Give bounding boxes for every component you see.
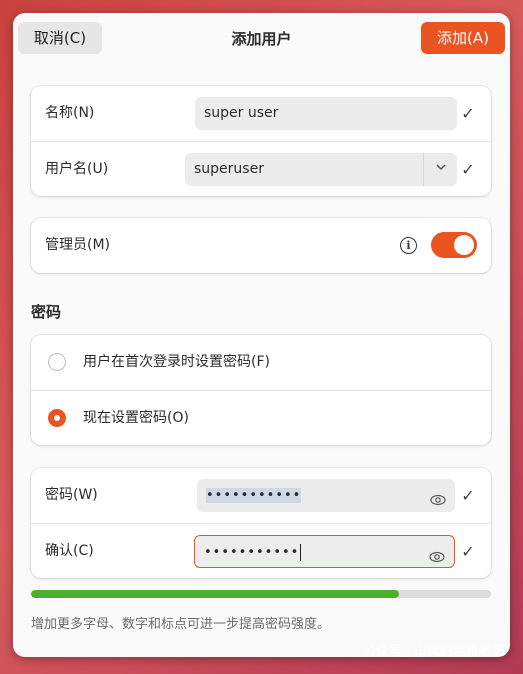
username-label: 用户名(U) <box>45 161 109 177</box>
confirm-row: 确认(C) ••••••••••• ✓ <box>31 524 491 579</box>
confirm-label: 确认(C) <box>45 543 94 559</box>
password-input[interactable]: ••••••••••• <box>197 479 455 512</box>
checkmark-icon: ✓ <box>461 160 475 179</box>
toggle-knob <box>454 235 474 255</box>
password-strength-fill <box>31 590 399 598</box>
radio-option-set-now[interactable]: 现在设置密码(O) <box>31 391 491 446</box>
name-row: 名称(N) super user ✓ <box>31 86 491 142</box>
radio-button-selected[interactable] <box>48 409 66 427</box>
password-row: 密码(W) ••••••••••• ✓ <box>31 468 491 524</box>
add-button[interactable]: 添加(A) <box>421 22 505 54</box>
checkmark-icon: ✓ <box>461 542 475 561</box>
eye-icon[interactable] <box>430 488 446 506</box>
password-value: ••••••••••• <box>206 488 302 503</box>
name-label: 名称(N) <box>45 105 95 121</box>
text-caret <box>300 544 302 561</box>
username-value: superuser <box>194 161 264 177</box>
password-hint: 增加更多字母、数字和标点可进一步提高密码强度。 <box>31 617 331 632</box>
username-row: 用户名(U) superuser ✓ <box>31 142 491 197</box>
name-input[interactable]: super user <box>195 97 457 130</box>
cancel-button[interactable]: 取消(C) <box>18 22 102 54</box>
radio-button[interactable] <box>48 353 66 371</box>
password-strength-bar <box>31 590 491 598</box>
radio-option-first-login[interactable]: 用户在首次登录时设置密码(F) <box>31 335 491 391</box>
password-label: 密码(W) <box>45 487 98 503</box>
password-fields-card: 密码(W) ••••••••••• ✓ 确认(C) ••••••••••• ✓ <box>31 468 491 578</box>
admin-label: 管理员(M) <box>45 237 111 253</box>
checkmark-icon: ✓ <box>461 104 475 123</box>
checkmark-icon: ✓ <box>461 486 475 505</box>
radio-label: 现在设置密码(O) <box>83 410 189 426</box>
confirm-value: ••••••••••• <box>204 545 300 560</box>
admin-row: 管理员(M) i <box>31 218 491 273</box>
password-section-title: 密码 <box>31 303 62 321</box>
admin-card: 管理员(M) i <box>31 218 491 273</box>
username-combobox[interactable]: superuser <box>185 153 457 186</box>
info-icon[interactable]: i <box>400 237 417 254</box>
eye-icon[interactable] <box>429 545 445 563</box>
watermark: 公众号 · 山岚的运维笔记 <box>362 644 505 659</box>
password-options-card: 用户在首次登录时设置密码(F) 现在设置密码(O) <box>31 335 491 445</box>
radio-label: 用户在首次登录时设置密码(F) <box>83 354 270 370</box>
account-card: 名称(N) super user ✓ 用户名(U) superuser ✓ <box>31 86 491 196</box>
admin-toggle[interactable] <box>431 232 477 258</box>
add-user-dialog: 取消(C) 添加用户 添加(A) 名称(N) super user ✓ 用户名(… <box>13 13 510 657</box>
confirm-input[interactable]: ••••••••••• <box>194 535 455 568</box>
chevron-down-icon[interactable] <box>423 153 457 186</box>
dialog-header: 取消(C) 添加用户 添加(A) <box>13 13 510 65</box>
